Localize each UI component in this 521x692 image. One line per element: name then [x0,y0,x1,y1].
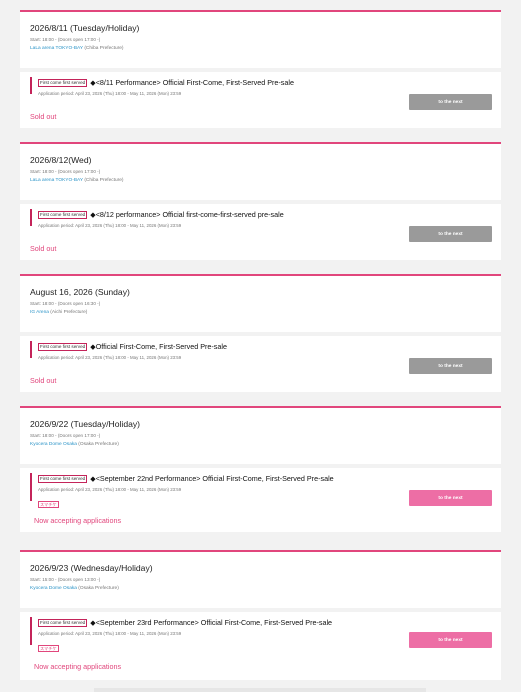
venue-link[interactable]: IG Arena [30,310,49,315]
sale-accent-bar [30,77,32,94]
venue-line: IG Arena (Aichi Prefecture) [30,310,501,316]
sale-title: ◆<8/11 Performance> Official First-Come,… [90,78,294,87]
sale-accent-bar [30,473,32,501]
event-start-time: Start: 18:00 - (Doors open 17:00 -) [30,37,101,42]
sale-status: Sold out [30,244,57,253]
venue-link[interactable]: LaLa arena TOKYO-BAY [30,178,83,183]
next-button[interactable]: to the next [409,226,492,242]
sale-title: ◆<September 22nd Performance> Official F… [90,474,334,483]
venue-prefecture: (Osaka Prefecture) [78,442,119,447]
event-block: 2026/9/23 (Wednesday/Holiday) Start: 15:… [20,550,501,680]
sale-block: First come first served ◆Official First-… [20,336,501,392]
event-start-time: Start: 15:00 - (Doors open 13:00 -) [30,577,101,582]
smart-ticket-tag: スマチケ [38,645,59,652]
venue-line: LaLa arena TOKYO-BAY (Chiba Prefecture) [30,46,501,52]
ticket-list: 2026/8/11 (Tuesday/Holiday) Start: 18:00… [0,0,521,692]
event-header: 2026/8/11 (Tuesday/Holiday) Start: 18:00… [20,10,501,68]
event-date-title: 2026/9/23 (Wednesday/Holiday) [30,563,153,573]
sale-type-badge: First come first served [38,78,88,87]
venue-prefecture: (Osaka Prefecture) [78,586,119,591]
sale-title-line: First come first served ◆<8/12 performan… [38,210,501,219]
event-header: 2026/8/12(Wed) Start: 18:00 - (Doors ope… [20,142,501,200]
sale-type-badge: First come first served [38,210,88,219]
sale-type-badge: First come first served [38,474,88,483]
sale-status: Now accepting applications [34,662,122,671]
sale-block: First come first served ◆<September 22nd… [20,468,501,532]
event-block: 2026/8/11 (Tuesday/Holiday) Start: 18:00… [20,10,501,128]
sale-status: Sold out [30,112,57,121]
sale-status: Now accepting applications [34,516,122,525]
event-header: 2026/9/22 (Tuesday/Holiday) Start: 18:00… [20,406,501,464]
venue-link[interactable]: LaLa arena TOKYO-BAY [30,46,83,51]
sale-type-badge: First come first served [38,342,88,351]
event-date-title: 2026/8/12(Wed) [30,155,92,165]
sale-title-line: First come first served ◆<September 23rd… [38,618,501,627]
event-header: August 16, 2026 (Sunday) Start: 18:00 - … [20,274,501,332]
sale-title-line: First come first served ◆<September 22nd… [38,474,501,483]
sale-block: First come first served ◆<8/12 performan… [20,204,501,260]
sale-type-badge: First come first served [38,618,88,627]
sale-status: Sold out [30,376,57,385]
sale-title: ◆<8/12 performance> Official first-come-… [90,210,284,219]
event-start-time: Start: 18:00 - (Doors open 17:00 -) [30,433,101,438]
bottom-edge [94,688,426,692]
event-header: 2026/9/23 (Wednesday/Holiday) Start: 15:… [20,550,501,608]
venue-prefecture: (Aichi Prefecture) [50,310,88,315]
event-date-title: 2026/8/11 (Tuesday/Holiday) [30,23,140,33]
sale-title: ◆<September 23rd Performance> Official F… [90,618,333,627]
venue-line: Kyocera Dome Osaka (Osaka Prefecture) [30,586,501,592]
sale-block: First come first served ◆<September 23rd… [20,612,501,680]
next-button[interactable]: to the next [409,490,492,506]
event-block: 2026/9/22 (Tuesday/Holiday) Start: 18:00… [20,406,501,532]
sale-accent-bar [30,617,32,645]
smart-ticket-tag: スマチケ [38,501,59,508]
sale-title-line: First come first served ◆<8/11 Performan… [38,78,501,87]
venue-prefecture: (Chiba Prefecture) [84,178,124,183]
venue-line: LaLa arena TOKYO-BAY (Chiba Prefecture) [30,178,501,184]
event-date-title: 2026/9/22 (Tuesday/Holiday) [30,419,141,429]
sale-title: ◆Official First-Come, First-Served Pre-s… [90,342,227,351]
event-block: August 16, 2026 (Sunday) Start: 18:00 - … [20,274,501,392]
venue-line: Kyocera Dome Osaka (Osaka Prefecture) [30,442,501,448]
sale-accent-bar [30,209,32,226]
event-start-time: Start: 18:00 - (Doors open 16:30 -) [30,301,101,306]
event-date-title: August 16, 2026 (Sunday) [30,287,130,297]
sale-block: First come first served ◆<8/11 Performan… [20,72,501,128]
next-button[interactable]: to the next [409,94,492,110]
event-block: 2026/8/12(Wed) Start: 18:00 - (Doors ope… [20,142,501,260]
next-button[interactable]: to the next [409,632,492,648]
venue-prefecture: (Chiba Prefecture) [84,46,124,51]
venue-link[interactable]: Kyocera Dome Osaka [30,586,77,591]
event-start-time: Start: 18:00 - (Doors open 17:00 -) [30,169,101,174]
venue-link[interactable]: Kyocera Dome Osaka [30,442,77,447]
sale-title-line: First come first served ◆Official First-… [38,342,501,351]
sale-accent-bar [30,341,32,358]
next-button[interactable]: to the next [409,358,492,374]
